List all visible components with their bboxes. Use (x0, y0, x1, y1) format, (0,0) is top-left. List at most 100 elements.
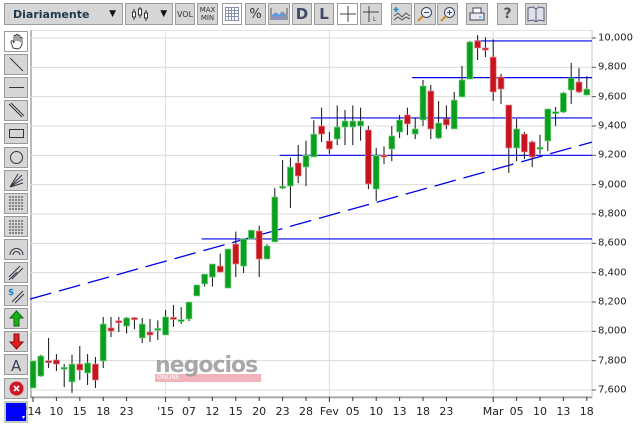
rectangle-tool[interactable] (4, 123, 28, 145)
down-arrow-tool[interactable] (4, 331, 28, 353)
manual-button[interactable] (525, 3, 547, 25)
candle-up (560, 92, 567, 113)
candle-up (279, 185, 286, 189)
candle-up (310, 133, 318, 158)
chevron-down-icon: ▼ (109, 9, 116, 19)
candle-up (458, 79, 466, 98)
zoom-in-button[interactable] (437, 3, 458, 25)
line-tool[interactable] (4, 54, 28, 76)
horizontal-line-tool[interactable] (4, 77, 28, 99)
percent-icon: % (249, 6, 262, 22)
candle-up (37, 355, 45, 377)
up-arrow-icon (8, 310, 24, 327)
vertical-grid-icon (9, 195, 22, 211)
y-tick-label: 8,000 (598, 325, 627, 337)
candle-down (294, 162, 302, 177)
period-select-value: Diariamente (13, 7, 90, 21)
candle-up (396, 119, 403, 133)
max-min-button[interactable]: MAX MIN (197, 3, 218, 25)
help-button[interactable]: ? (497, 3, 518, 25)
candle-down (575, 81, 583, 93)
l-label: L (319, 5, 329, 23)
y-tick-label: 9,800 (598, 61, 627, 73)
candle-down (528, 141, 536, 158)
crosshair-label-button[interactable]: L (360, 3, 382, 25)
volume-button[interactable]: VOL (175, 3, 195, 25)
x-tick-label: 05 (345, 405, 360, 418)
candle-down (505, 104, 513, 149)
vertical-grid-tool[interactable] (4, 192, 28, 214)
candle-down (482, 47, 489, 51)
candle-up (552, 111, 559, 114)
period-select[interactable]: Diariamente ▼ (4, 3, 123, 25)
help-icon: ? (503, 6, 512, 22)
candle-down (53, 359, 60, 365)
down-arrow-icon (8, 333, 24, 351)
rectangle-icon (8, 129, 24, 139)
candle-down (489, 56, 497, 93)
crosshair-button[interactable] (337, 3, 358, 25)
candle-down (497, 76, 505, 90)
candle-down (146, 331, 154, 336)
x-tick-label: 13 (556, 405, 571, 418)
y-tick-label: 9,000 (598, 179, 627, 191)
x-tick-label: 18 (579, 405, 594, 418)
channel-tool[interactable] (4, 262, 28, 283)
candle-up (84, 362, 91, 374)
candle-up (185, 301, 193, 320)
channel-icon (8, 265, 23, 281)
candle-up (341, 120, 349, 128)
fan-tool[interactable] (4, 169, 28, 191)
candle-up (302, 154, 310, 168)
grid-button[interactable] (222, 3, 242, 25)
delete-tool[interactable] (4, 377, 28, 399)
up-arrow-tool[interactable] (4, 308, 28, 330)
zoom-out-button[interactable] (414, 3, 436, 25)
add-indicator-button[interactable] (391, 3, 412, 25)
candle-down (404, 114, 411, 125)
svg-text:$: $ (8, 288, 14, 298)
candle-down (255, 230, 263, 260)
arc-icon (9, 247, 23, 255)
candle-down (521, 133, 528, 153)
candle-up (60, 366, 68, 370)
dollar-channel-icon: $ (8, 288, 24, 304)
parallel-lines-tool[interactable] (4, 100, 28, 122)
candle-up (435, 122, 442, 139)
horizontal-grid-tool[interactable] (4, 215, 28, 237)
hand-tool[interactable] (4, 31, 28, 52)
d-button[interactable]: D (292, 3, 312, 25)
percent-button[interactable]: % (245, 3, 266, 25)
zoom-in-icon (439, 7, 455, 22)
grid-icon (225, 7, 239, 21)
x-tick-label: 12 (205, 405, 220, 418)
x-tick-label: 05 (509, 405, 524, 418)
circle-tool[interactable] (4, 146, 28, 168)
y-tick-label: 9,400 (598, 120, 627, 132)
candle-down (76, 363, 84, 371)
x-tick-label: 10 (533, 405, 547, 418)
hand-icon (10, 33, 22, 50)
candle-down (365, 129, 372, 185)
candle-down (170, 317, 177, 320)
arc-tool[interactable] (4, 238, 28, 260)
area-chart-icon (270, 8, 288, 20)
text-icon: A (11, 357, 22, 373)
y-tick-label: 9,600 (598, 91, 627, 103)
chart-type-select[interactable]: ▼ (125, 3, 173, 25)
print-button[interactable] (466, 3, 488, 25)
area-button[interactable] (268, 3, 290, 25)
candle-down (427, 90, 435, 130)
svg-text:A: A (11, 357, 22, 373)
candle-up (450, 99, 458, 130)
dollar-channel-tool[interactable]: $ (4, 285, 28, 307)
l-button[interactable]: L (314, 3, 334, 25)
book-icon (527, 6, 545, 22)
candle-down (443, 118, 450, 126)
x-tick-label: 18 (416, 405, 430, 418)
candlestick-chart[interactable] (30, 30, 643, 402)
text-tool[interactable]: A (4, 354, 28, 376)
x-tick-label: 20 (252, 405, 267, 418)
candle-up (536, 146, 544, 150)
candle-down (216, 265, 224, 273)
